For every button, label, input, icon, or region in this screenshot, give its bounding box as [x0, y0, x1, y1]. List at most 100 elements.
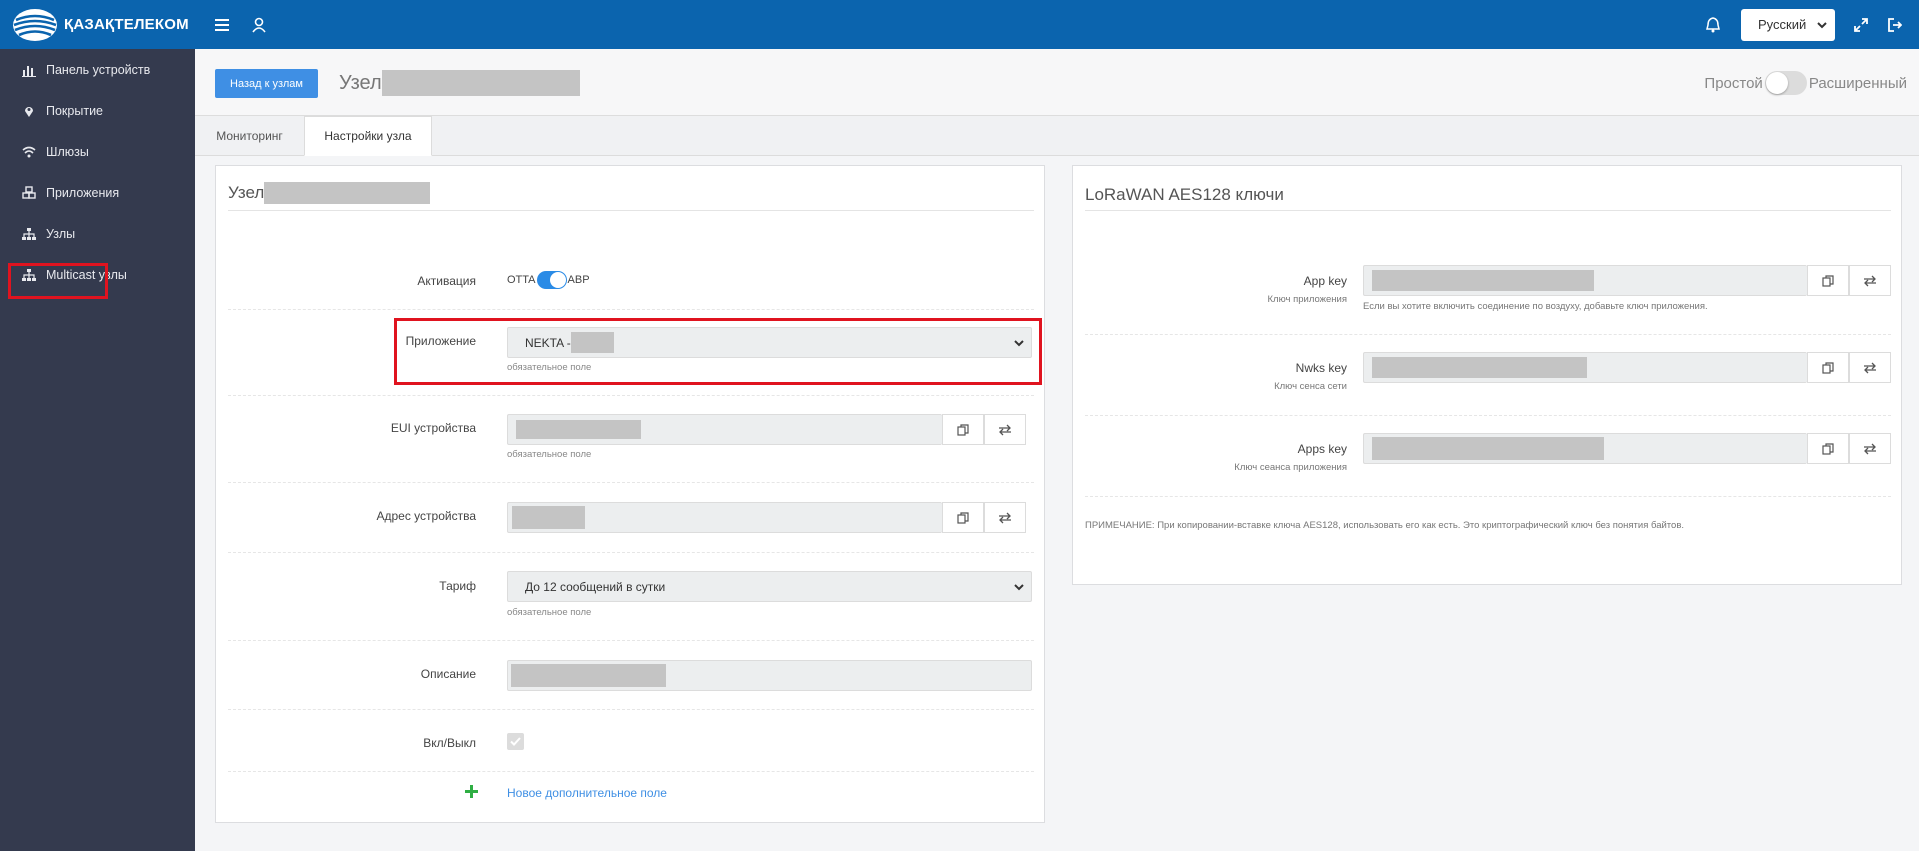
description-label: Описание	[420, 667, 476, 681]
copy-eui-button[interactable]	[942, 414, 984, 445]
node-settings-panel: Узел Активация OTTA ABP Приложение NEKTA…	[215, 165, 1045, 823]
page-header: Назад к узлам Узел Простой Расширенный	[195, 49, 1919, 116]
generate-app-key-button[interactable]	[1849, 265, 1891, 296]
divider	[228, 309, 1034, 310]
copy-icon	[1822, 274, 1834, 287]
activation-toggle[interactable]: OTTA ABP	[507, 271, 590, 289]
menu-icon[interactable]	[208, 11, 236, 39]
redacted-node-name	[381, 70, 580, 96]
description-field[interactable]	[507, 660, 1032, 691]
eui-hint: обязательное поле	[507, 449, 592, 460]
enabled-checkbox[interactable]	[507, 733, 524, 750]
panel-title-text: Узел	[228, 183, 265, 202]
copy-icon	[1822, 361, 1834, 374]
back-to-nodes-button[interactable]: Назад к узлам	[215, 69, 318, 98]
language-select[interactable]: Русский	[1741, 8, 1835, 41]
divider	[228, 210, 1034, 211]
exchange-icon	[1864, 443, 1876, 454]
sidebar-item-label: Покрытие	[46, 103, 104, 118]
generate-address-button[interactable]	[984, 502, 1026, 533]
check-icon	[510, 737, 521, 746]
tab-node-settings[interactable]: Настройки узла	[304, 116, 432, 156]
generate-eui-button[interactable]	[984, 414, 1026, 445]
eui-field[interactable]	[507, 414, 942, 445]
copy-icon	[957, 423, 969, 436]
divider	[228, 482, 1034, 483]
copy-icon	[957, 511, 969, 524]
chevron-down-icon	[1817, 21, 1827, 28]
nodes-highlight-box	[8, 263, 108, 299]
address-field[interactable]	[507, 502, 942, 533]
divider	[1085, 334, 1891, 335]
keys-panel-title: LoRaWAN AES128 ключи	[1085, 185, 1284, 204]
tariff-label: Тариф	[439, 579, 476, 593]
copy-nwks-key-button[interactable]	[1807, 352, 1849, 383]
bell-icon[interactable]	[1699, 11, 1727, 39]
divider	[228, 552, 1034, 553]
sidebar-item-gateways[interactable]: Шлюзы	[0, 131, 195, 172]
app-key-label: App key	[1303, 274, 1347, 288]
nwks-key-field[interactable]	[1363, 352, 1807, 383]
mode-switch[interactable]: Простой Расширенный	[1704, 71, 1907, 95]
redacted-app-key	[1372, 270, 1594, 291]
app-key-field[interactable]	[1363, 265, 1807, 296]
bar-chart-icon	[22, 65, 36, 77]
brand-name: ҚАЗАҚТЕЛЕКОМ	[64, 16, 189, 33]
add-extra-field-link[interactable]: Новое дополнительное поле	[507, 786, 667, 800]
sidebar-item-label: Шлюзы	[46, 144, 89, 159]
copy-app-key-button[interactable]	[1807, 265, 1849, 296]
aes-note: ПРИМЕЧАНИЕ: При копировании-вставке ключ…	[1085, 520, 1685, 531]
copy-apps-key-button[interactable]	[1807, 433, 1849, 464]
application-highlight-box	[394, 318, 1042, 385]
tab-monitoring[interactable]: Мониторинг	[195, 116, 304, 156]
divider	[1085, 210, 1891, 211]
redacted-node-name	[264, 182, 431, 204]
redacted-eui	[516, 420, 641, 439]
tab-bar: Мониторинг Настройки узла	[195, 116, 1919, 156]
generate-apps-key-button[interactable]	[1849, 433, 1891, 464]
sidebar-item-label: Узлы	[46, 226, 76, 241]
chevron-down-icon	[1014, 584, 1024, 591]
enabled-label: Вкл/Выкл	[423, 736, 476, 750]
language-value: Русский	[1758, 17, 1807, 32]
user-icon[interactable]	[245, 11, 273, 39]
redacted-apps-key	[1372, 437, 1604, 460]
divider	[1085, 496, 1891, 497]
sidebar: Панель устройств Покрытие Шлюзы Приложен…	[0, 49, 195, 851]
cubes-icon	[22, 185, 36, 199]
sidebar-item-nodes[interactable]: Узлы	[0, 213, 195, 254]
brand-logo[interactable]: ҚАЗАҚТЕЛЕКОМ	[0, 8, 195, 42]
redacted-nwks-key	[1372, 357, 1587, 378]
nwks-key-label: Nwks key	[1295, 361, 1347, 375]
map-pin-icon	[25, 106, 33, 117]
tariff-value: До 12 сообщений в сутки	[525, 579, 666, 594]
tariff-select[interactable]: До 12 сообщений в сутки	[507, 571, 1032, 602]
copy-address-button[interactable]	[942, 502, 984, 533]
apps-key-field[interactable]	[1363, 433, 1807, 464]
panel-title: Узел	[228, 182, 431, 204]
logout-icon[interactable]	[1881, 11, 1909, 39]
sidebar-item-coverage[interactable]: Покрытие	[0, 90, 195, 131]
exchange-icon	[999, 512, 1011, 523]
logo-icon	[13, 8, 57, 41]
top-bar: ҚАЗАҚТЕЛЕКОМ Русский	[0, 0, 1919, 49]
mode-toggle[interactable]	[1764, 71, 1807, 95]
redacted-description	[511, 664, 666, 687]
divider	[228, 395, 1034, 396]
app-key-sublabel: Ключ приложения	[1267, 294, 1347, 305]
lorawan-keys-panel: LoRaWAN AES128 ключи App key Ключ прилож…	[1072, 165, 1902, 585]
generate-nwks-key-button[interactable]	[1849, 352, 1891, 383]
sidebar-item-label: Панель устройств	[46, 62, 151, 77]
abp-label: ABP	[567, 274, 590, 286]
page-title: Узел	[339, 69, 580, 97]
nwks-key-sublabel: Ключ сенса сети	[1274, 381, 1347, 392]
sidebar-item-applications[interactable]: Приложения	[0, 172, 195, 213]
sidebar-item-dashboard[interactable]: Панель устройств	[0, 49, 195, 90]
plus-icon[interactable]	[465, 785, 478, 798]
exchange-icon	[1864, 275, 1876, 286]
fullscreen-icon[interactable]	[1847, 11, 1875, 39]
divider	[228, 709, 1034, 710]
activation-switch[interactable]	[536, 271, 567, 289]
apps-key-label: Apps key	[1297, 442, 1347, 456]
address-label: Адрес устройства	[376, 509, 476, 523]
